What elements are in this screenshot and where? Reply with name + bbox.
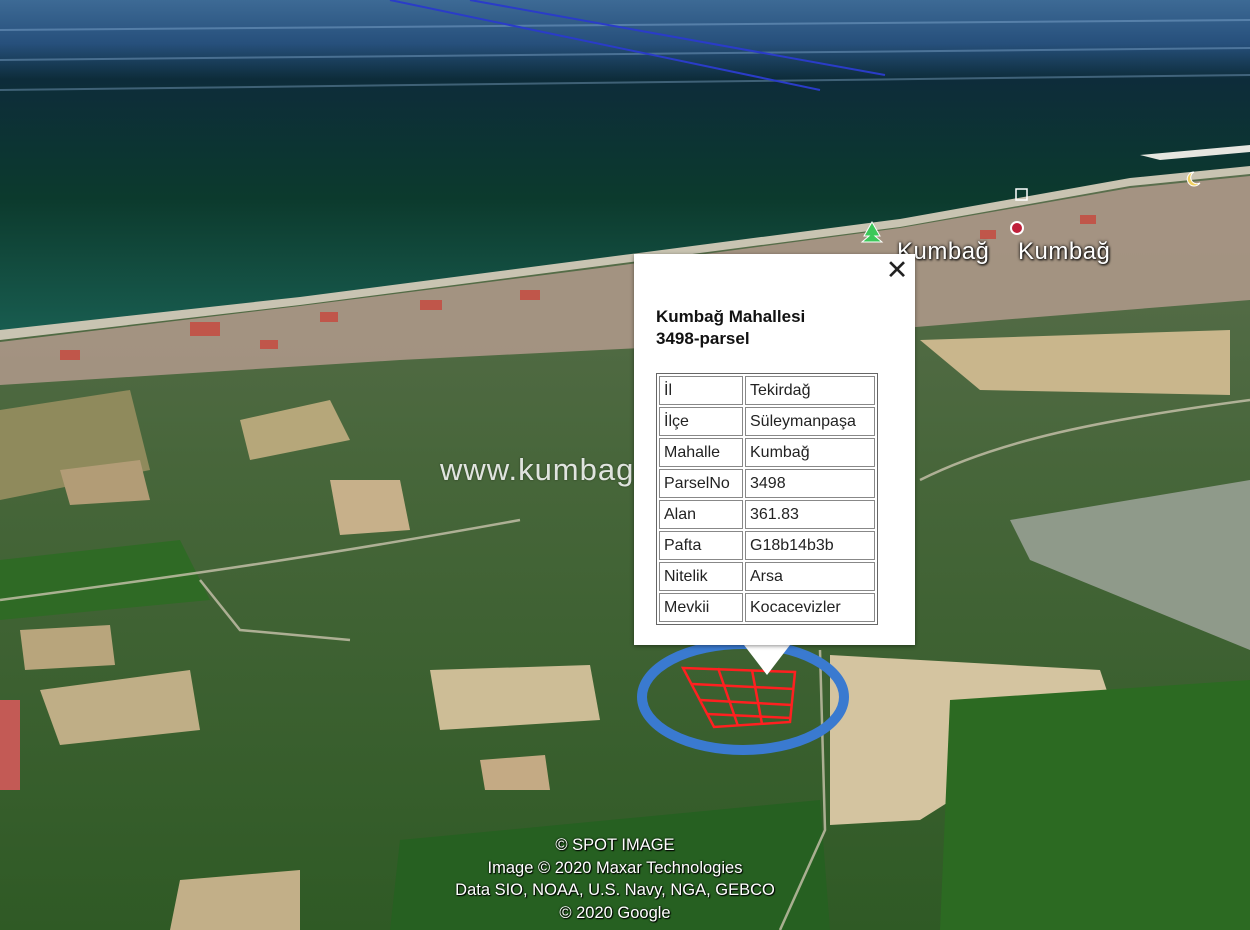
row-key: Mahalle <box>659 438 743 467</box>
table-row: İl Tekirdağ <box>659 376 875 405</box>
attribution-line: © 2020 Google <box>559 903 671 922</box>
attribution-line: Data SIO, NOAA, U.S. Navy, NGA, GEBCO <box>455 881 775 899</box>
balloon-title-line2: 3498-parsel <box>656 329 750 348</box>
table-row: Mahalle Kumbağ <box>659 438 875 467</box>
table-row: Pafta G18b14b3b <box>659 531 875 560</box>
attribution-line: © SPOT IMAGE <box>555 836 675 854</box>
attribution-line: Image © 2020 Maxar Technologies <box>487 858 743 877</box>
row-key: Nitelik <box>659 562 743 591</box>
table-row: ParselNo 3498 <box>659 469 875 498</box>
row-key: Pafta <box>659 531 743 560</box>
balloon-tail <box>744 645 790 675</box>
table-row: Alan 361.83 <box>659 500 875 529</box>
table-row: Nitelik Arsa <box>659 562 875 591</box>
row-value: Tekirdağ <box>745 376 875 405</box>
balloon-title-line1: Kumbağ Mahallesi <box>656 307 806 326</box>
row-value: 3498 <box>745 469 875 498</box>
row-key: İlçe <box>659 407 743 436</box>
row-key: İl <box>659 376 743 405</box>
parcel-info-balloon[interactable]: ✕ Kumbağ Mahallesi 3498-parsel İl Tekirda… <box>634 254 915 645</box>
poi-marker-icon[interactable] <box>1010 221 1024 235</box>
map-attribution: © SPOT IMAGE Image © 2020 Maxar Technolo… <box>395 834 835 924</box>
row-value: 361.83 <box>745 500 875 529</box>
parcel-info-table: İl Tekirdağ İlçe Süleymanpaşa Mahalle Kumba… <box>656 373 878 625</box>
row-value: G18b14b3b <box>745 531 875 560</box>
row-value: Kocacevizler <box>745 593 875 622</box>
close-button[interactable]: ✕ <box>885 257 909 284</box>
table-row: İlçe Süleymanpaşa <box>659 407 875 436</box>
row-value: Süleymanpaşa <box>745 407 875 436</box>
balloon-title: Kumbağ Mahallesi 3498-parsel <box>656 306 805 350</box>
row-value: Kumbağ <box>745 438 875 467</box>
row-key: Mevkii <box>659 593 743 622</box>
row-value: Arsa <box>745 562 875 591</box>
row-key: ParselNo <box>659 469 743 498</box>
place-label-kumbag-2[interactable]: Kumbağ <box>1018 238 1110 266</box>
table-row: Mevkii Kocacevizler <box>659 593 875 622</box>
row-key: Alan <box>659 500 743 529</box>
